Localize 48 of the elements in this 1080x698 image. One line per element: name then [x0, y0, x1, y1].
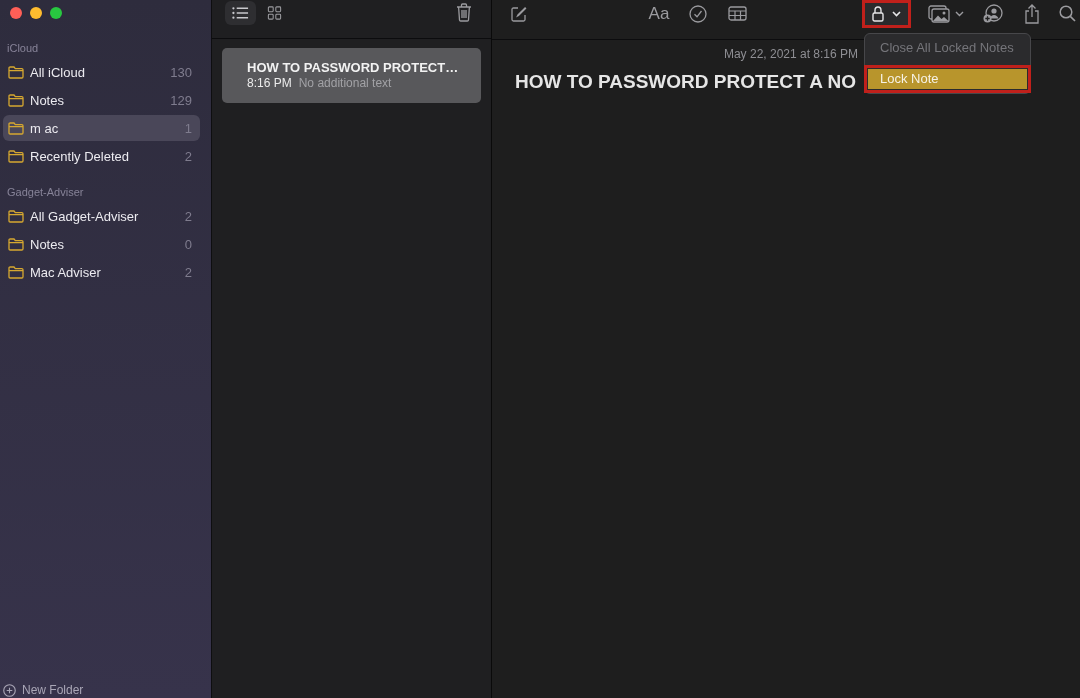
share-icon[interactable]	[1024, 3, 1040, 24]
list-icon	[232, 6, 249, 20]
new-folder-button[interactable]: New Folder	[0, 683, 84, 697]
note-count: 130	[170, 64, 192, 80]
photo-icon[interactable]	[928, 4, 950, 23]
note-count: 2	[184, 264, 192, 280]
search-icon[interactable]	[1059, 5, 1076, 22]
sidebar-folder-item[interactable]: Mac Adviser 2	[3, 259, 200, 285]
lock-icon	[872, 5, 884, 22]
sidebar-section-title: iCloud	[6, 41, 39, 56]
close-window-icon[interactable]	[10, 7, 22, 19]
sidebar-section-title: Gadget-Adviser	[6, 185, 84, 200]
person-add-icon[interactable]	[983, 3, 1003, 24]
folder-icon	[8, 209, 24, 223]
folder-icon	[8, 265, 24, 279]
folder-icon	[8, 149, 24, 163]
note-date: May 22, 2021 at 8:16 PM	[723, 47, 859, 62]
sidebar-folder-item[interactable]: All iCloud 130	[3, 59, 200, 85]
folder-icon	[8, 65, 24, 79]
lock-button[interactable]	[862, 0, 911, 28]
note-count: 0	[184, 236, 192, 252]
sidebar-folder-item[interactable]: Notes 129	[3, 87, 200, 113]
table-icon[interactable]	[728, 6, 747, 21]
compose-icon[interactable]	[511, 5, 527, 22]
note-heading: HOW TO PASSWORD PROTECT A NO	[515, 70, 856, 94]
sidebar-folder-item[interactable]: Notes 0	[3, 231, 200, 257]
sidebar-folder-item[interactable]: All Gadget-Adviser 2	[3, 203, 200, 229]
folder-icon	[8, 121, 24, 135]
note-count: 129	[170, 92, 192, 108]
sidebar-folder-item[interactable]: Recently Deleted 2	[3, 143, 200, 169]
format-button[interactable]: Aa	[647, 3, 671, 24]
note-count: 2	[184, 148, 192, 164]
chevron-down-icon[interactable]	[955, 10, 964, 17]
minimize-window-icon[interactable]	[30, 7, 42, 19]
trash-icon[interactable]	[456, 3, 472, 22]
list-view-button[interactable]	[225, 1, 256, 25]
folder-icon	[8, 93, 24, 107]
grid-icon	[266, 6, 283, 20]
note-time: 8:16 PM	[247, 76, 292, 91]
note-preview: No additional text	[298, 76, 392, 91]
note-list-item[interactable]: HOW TO PASSWORD PROTECT… 8:16 PM No additional text	[222, 48, 481, 103]
zoom-window-icon[interactable]	[50, 7, 62, 19]
note-title: HOW TO PASSWORD PROTECT…	[247, 60, 459, 76]
note-count: 2	[184, 208, 192, 224]
chevron-down-icon	[892, 10, 901, 17]
folder-icon	[8, 237, 24, 251]
plus-circle-icon	[3, 683, 16, 697]
checklist-icon[interactable]	[689, 4, 707, 23]
